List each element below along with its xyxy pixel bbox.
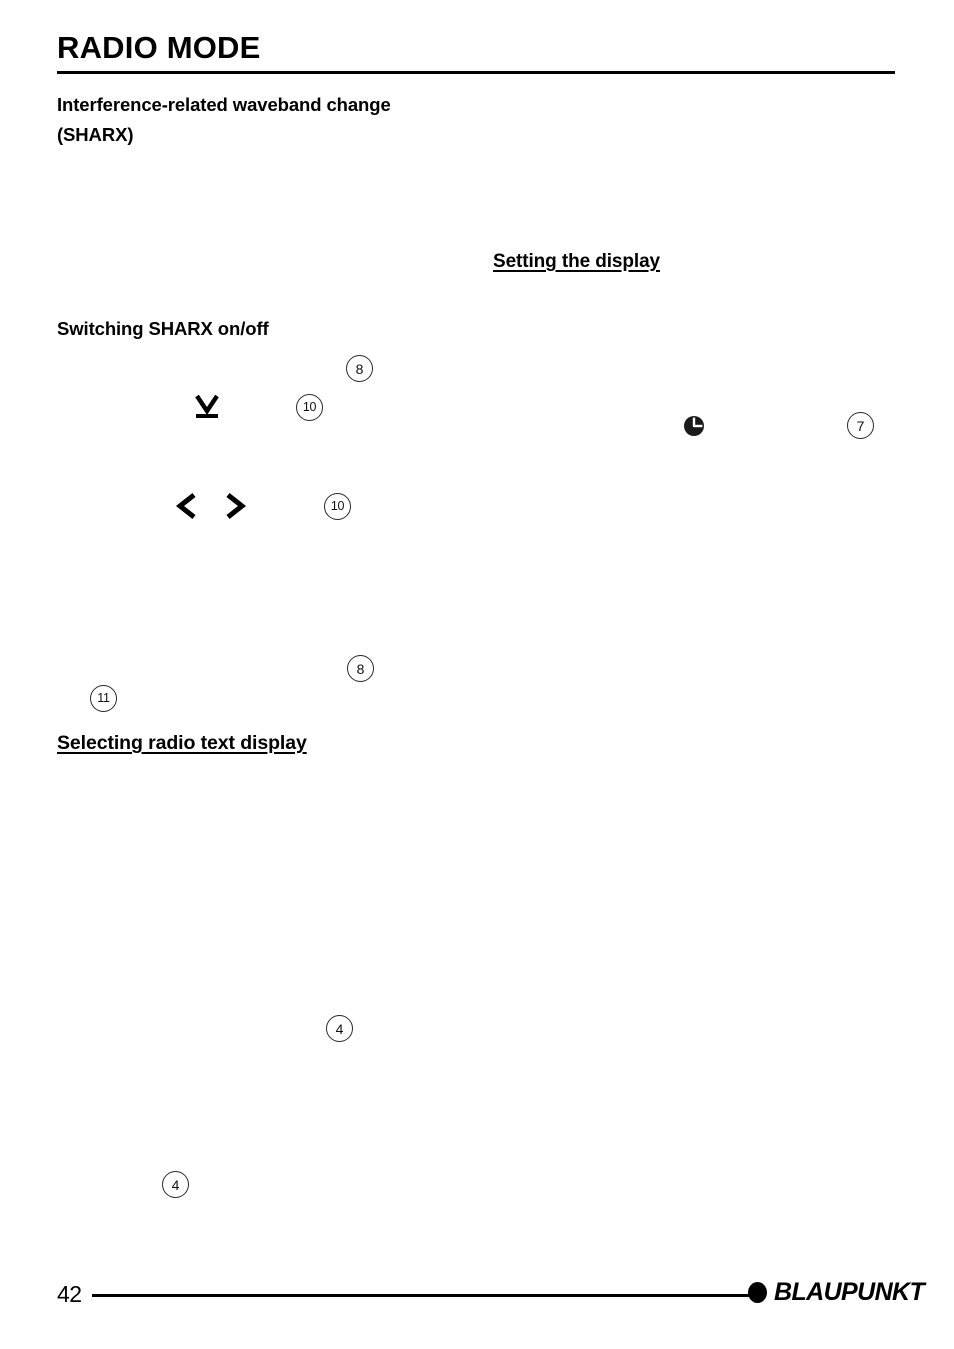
brand-name: BLAUPUNKT	[774, 1278, 925, 1306]
page-title: RADIO MODE	[57, 30, 261, 65]
reference-badge-7: 7	[847, 412, 874, 439]
section-subheading: Interference-related waveband change (SH…	[57, 94, 391, 145]
chevron-left-icon	[174, 492, 200, 520]
reference-badge-11: 11	[90, 685, 117, 712]
page-number: 42	[57, 1281, 82, 1307]
footer-divider	[92, 1294, 754, 1297]
clock-icon	[682, 414, 706, 438]
reference-badge-8: 8	[346, 355, 373, 382]
reference-badge-10: 10	[324, 493, 351, 520]
brand-dot-icon	[748, 1282, 767, 1303]
reference-badge-4: 4	[162, 1171, 189, 1198]
heading-switching-sharx: Switching SHARX on/off	[57, 318, 269, 339]
heading-selecting-radio-text-display: Selecting radio text display	[57, 732, 307, 754]
reference-badge-8: 8	[347, 655, 374, 682]
down-arrow-bar-icon	[193, 393, 221, 421]
reference-badge-10: 10	[296, 394, 323, 421]
manual-page: RADIO MODE Interference-related waveband…	[0, 0, 954, 1349]
chevron-right-icon	[222, 492, 248, 520]
brand-logo: BLAUPUNKT	[748, 1278, 925, 1306]
reference-badge-4: 4	[326, 1015, 353, 1042]
title-divider	[57, 71, 895, 74]
heading-setting-the-display: Setting the display	[493, 251, 661, 272]
